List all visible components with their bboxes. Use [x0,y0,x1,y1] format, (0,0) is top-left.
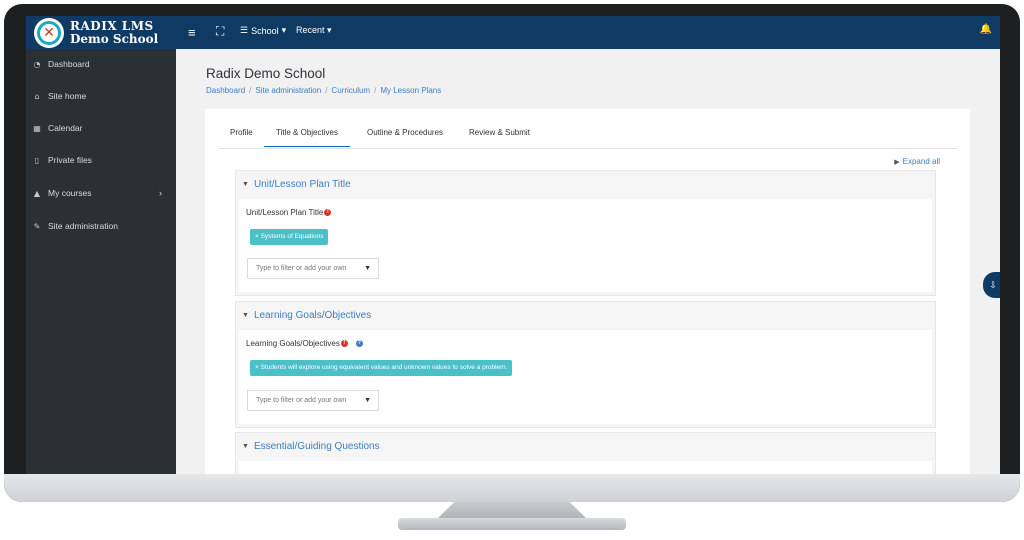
recent-menu-label: Recent [296,25,325,35]
caret-right-icon: ▶ [894,159,900,166]
sidebar-item-dashboard[interactable]: ◔ Dashboard [26,53,176,75]
breadcrumb-link[interactable]: Dashboard [206,86,245,95]
sidebar-item-label: Calendar [48,123,83,133]
filter-placeholder: Type to filter or add your own [256,265,347,272]
screen: ✕ RADIX LMS Demo School ≡ ⛶ ☰ School ▾ R… [26,16,1000,474]
section-header[interactable]: ▼ Essential/Guiding Questions [242,441,380,452]
caret-down-icon: ▼ [242,312,249,319]
caret-down-icon: ▼ [242,181,249,188]
tab-outline-procedures[interactable]: Outline & Procedures [367,128,443,137]
section-body: Unit/Lesson Plan Title ! × Systems of Eq… [239,199,932,292]
sidebar-item-site-home[interactable]: ⌂ Site home [26,85,176,107]
tab-title-objectives[interactable]: Title & Objectives [264,128,350,147]
field-label-text: Unit/Lesson Plan Title [246,208,324,217]
wrench-icon: ✎ [33,221,41,231]
required-icon: ! [340,340,348,347]
form-card: Profile Title & Objectives Outline & Pro… [205,109,970,474]
main-content: Radix Demo School Dashboard / Site adminis… [176,49,1000,474]
sidebar-item-private-files[interactable]: ▯ Private files [26,149,176,171]
caret-down-icon: ▼ [242,443,249,450]
sidebar-item-label: Site administration [48,221,118,231]
brand[interactable]: ✕ RADIX LMS Demo School [26,16,176,49]
required-icon: ! [324,209,332,216]
caret-down-icon: ▾ [281,25,287,35]
section-title: Unit/Lesson Plan Title [253,179,351,190]
help-icon[interactable]: ? [355,340,363,347]
tab-review-submit[interactable]: Review & Submit [469,128,530,137]
home-icon: ⌂ [34,91,40,101]
brand-line-2: Demo School [70,31,159,46]
filter-placeholder: Type to filter or add your own [256,397,347,404]
filter-input[interactable]: Type to filter or add your own ▼ [247,258,379,279]
breadcrumb-link[interactable]: Site administration [255,86,321,95]
section-body [239,461,932,474]
calendar-icon: ▦ [33,123,41,133]
breadcrumb: Dashboard / Site administration / Curriculum… [206,86,442,95]
field-label: Unit/Lesson Plan Title ! [246,208,332,217]
dropdown-arrow-icon[interactable]: ▼ [364,391,371,410]
filter-input[interactable]: Type to filter or add your own ▼ [247,390,379,411]
expand-all-label: Expand all [902,157,940,166]
school-menu[interactable]: ☰ School ▾ [240,25,286,36]
file-icon: ▯ [34,155,40,165]
top-navbar: ✕ RADIX LMS Demo School ≡ ⛶ ☰ School ▾ R… [26,16,1000,49]
breadcrumb-link[interactable]: Curriculum [331,86,370,95]
sidebar-item-site-administration[interactable]: ✎ Site administration [26,215,176,237]
field-label: Learning Goals/Objectives ! ? [246,339,363,348]
field-label-text: Learning Goals/Objectives [246,339,340,348]
section-header[interactable]: ▼ Learning Goals/Objectives [242,310,371,321]
sidebar-item-my-courses[interactable]: ▲ My courses › [26,182,176,204]
tab-bar: Profile Title & Objectives Outline & Pro… [218,123,958,149]
graduation-cap-icon: ▲ [33,188,41,198]
selected-tag[interactable]: × Systems of Equations [250,229,329,245]
monitor-stand-base [398,518,626,530]
dropdown-arrow-icon[interactable]: ▼ [364,259,371,278]
breadcrumb-link[interactable]: My Lesson Plans [380,86,441,95]
sidebar-item-calendar[interactable]: ▦ Calendar [26,117,176,139]
sliders-icon: ☰ [240,25,249,35]
school-menu-label: School [251,25,279,36]
sidebar-item-label: My courses [48,188,92,198]
section-header[interactable]: ▼ Unit/Lesson Plan Title [242,179,351,190]
sidebar-item-label: Site home [48,91,87,101]
section-unit-title: ▼ Unit/Lesson Plan Title Unit/Lesson Pla… [235,170,936,296]
brand-line-1: RADIX LMS [70,18,154,33]
sidebar: ◔ Dashboard ⌂ Site home ▦ Calendar ▯ Pri… [26,49,176,474]
recent-menu[interactable]: Recent ▾ [296,25,332,36]
hamburger-icon[interactable]: ≡ [188,25,196,40]
section-title: Learning Goals/Objectives [253,310,372,321]
dashboard-icon: ◔ [33,59,41,69]
brand-logo-icon: ✕ [34,17,64,48]
section-body: Learning Goals/Objectives ! ? × Students… [239,330,932,424]
chevron-right-icon: › [159,188,162,198]
fullscreen-icon[interactable]: ⛶ [216,24,224,39]
monitor-chin [4,474,1020,502]
expand-all-link[interactable]: ▶ Expand all [894,157,940,166]
selected-tag[interactable]: × Students will explore using equivalent… [250,360,513,376]
section-learning-goals: ▼ Learning Goals/Objectives Learning Goa… [235,301,936,428]
section-title: Essential/Guiding Questions [253,441,380,452]
section-guiding-questions: ▼ Essential/Guiding Questions [235,432,936,474]
caret-down-icon: ▾ [327,25,332,35]
pin-icon[interactable]: ⇩ [983,272,1000,298]
bell-icon[interactable]: 🔔 [980,24,992,35]
sidebar-item-label: Dashboard [48,59,90,69]
sidebar-item-label: Private files [48,155,92,165]
tab-profile[interactable]: Profile [230,128,253,137]
page-title: Radix Demo School [206,66,326,81]
